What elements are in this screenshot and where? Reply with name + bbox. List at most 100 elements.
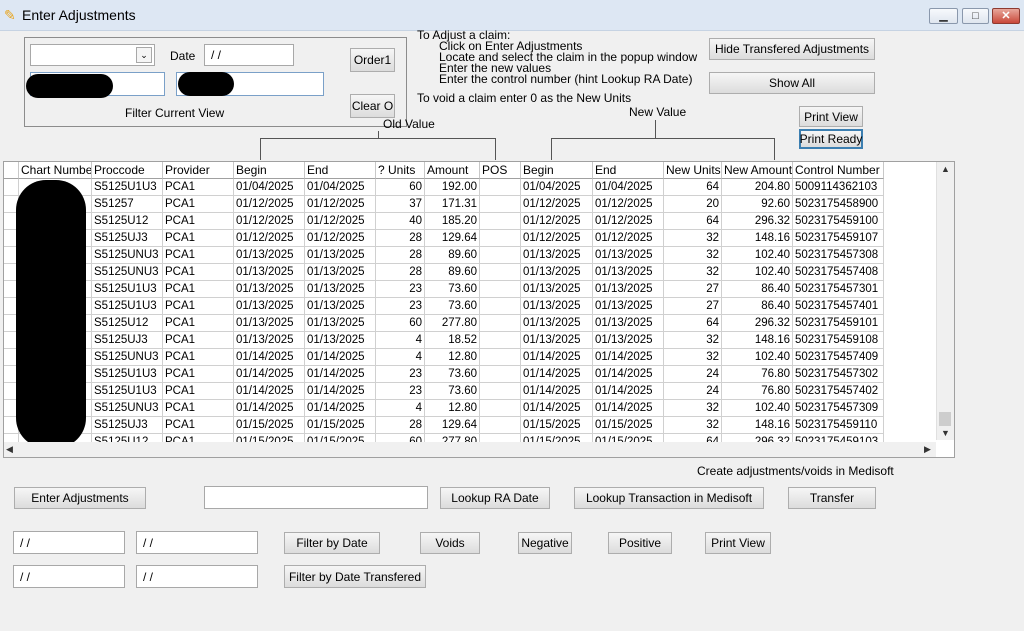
table-cell[interactable]: 01/12/2025 [521, 196, 593, 213]
column-header[interactable]: End [593, 162, 664, 179]
table-cell[interactable]: PCA1 [163, 400, 234, 417]
table-cell[interactable]: 01/13/2025 [521, 247, 593, 264]
table-cell[interactable]: S5125UNU3 [92, 247, 163, 264]
table-cell[interactable]: 89.60 [425, 247, 480, 264]
table-cell[interactable] [480, 383, 521, 400]
table-cell[interactable]: 01/12/2025 [593, 230, 664, 247]
row-selector[interactable] [4, 179, 19, 196]
table-cell[interactable]: 102.40 [722, 247, 793, 264]
table-cell[interactable]: 5023175457408 [793, 264, 884, 281]
table-cell[interactable]: 296.32 [722, 213, 793, 230]
table-cell[interactable] [480, 179, 521, 196]
table-cell[interactable]: S5125U12 [92, 315, 163, 332]
table-cell[interactable]: 12.80 [425, 400, 480, 417]
table-cell[interactable]: 5023175457302 [793, 366, 884, 383]
close-icon[interactable]: ✕ [992, 8, 1020, 24]
table-cell[interactable]: 5023175459108 [793, 332, 884, 349]
order-button[interactable]: Order1 [350, 48, 395, 72]
end-date-input[interactable]: / / [136, 531, 258, 554]
table-cell[interactable]: S5125U1U3 [92, 281, 163, 298]
table-cell[interactable]: PCA1 [163, 332, 234, 349]
table-cell[interactable]: 148.16 [722, 417, 793, 434]
table-cell[interactable]: PCA1 [163, 196, 234, 213]
table-cell[interactable] [480, 298, 521, 315]
column-header[interactable]: Begin [521, 162, 593, 179]
table-cell[interactable]: 4 [376, 400, 425, 417]
table-cell[interactable]: 86.40 [722, 281, 793, 298]
table-cell[interactable]: PCA1 [163, 417, 234, 434]
clear-order-button[interactable]: Clear O [350, 94, 395, 118]
filter-date-input[interactable]: / / [204, 44, 294, 66]
table-cell[interactable]: 23 [376, 383, 425, 400]
transfer-end-date-input[interactable]: / / [136, 565, 258, 588]
table-cell[interactable]: 5023175459110 [793, 417, 884, 434]
table-cell[interactable]: 01/13/2025 [305, 332, 376, 349]
table-cell[interactable]: PCA1 [163, 366, 234, 383]
table-cell[interactable]: PCA1 [163, 349, 234, 366]
transfer-button[interactable]: Transfer [788, 487, 876, 509]
table-cell[interactable]: 102.40 [722, 264, 793, 281]
table-cell[interactable]: 01/12/2025 [593, 196, 664, 213]
lookup-transaction-button[interactable]: Lookup Transaction in Medisoft [574, 487, 764, 509]
table-cell[interactable]: 01/13/2025 [521, 332, 593, 349]
table-cell[interactable]: 01/14/2025 [593, 349, 664, 366]
table-cell[interactable]: 32 [664, 230, 722, 247]
table-cell[interactable]: 129.64 [425, 417, 480, 434]
table-cell[interactable]: 92.60 [722, 196, 793, 213]
table-cell[interactable]: 185.20 [425, 213, 480, 230]
table-cell[interactable]: 28 [376, 264, 425, 281]
lookup-ra-date-button[interactable]: Lookup RA Date [440, 487, 550, 509]
scroll-up-icon[interactable]: ▲ [941, 164, 950, 174]
table-cell[interactable]: 5023175457409 [793, 349, 884, 366]
table-cell[interactable]: S51257 [92, 196, 163, 213]
table-cell[interactable]: S5125U1U3 [92, 366, 163, 383]
table-cell[interactable]: S5125UNU3 [92, 349, 163, 366]
table-cell[interactable]: 5009114362103 [793, 179, 884, 196]
table-cell[interactable]: 76.80 [722, 366, 793, 383]
table-cell[interactable]: 01/15/2025 [593, 417, 664, 434]
table-cell[interactable]: 01/13/2025 [593, 264, 664, 281]
table-cell[interactable]: 4 [376, 332, 425, 349]
column-header[interactable]: POS [480, 162, 521, 179]
table-cell[interactable] [480, 264, 521, 281]
table-cell[interactable]: 148.16 [722, 230, 793, 247]
table-cell[interactable] [480, 230, 521, 247]
filter-dropdown[interactable]: ⌄ [30, 44, 155, 66]
table-cell[interactable]: 24 [664, 383, 722, 400]
table-cell[interactable]: 01/14/2025 [305, 366, 376, 383]
table-cell[interactable]: 01/13/2025 [593, 315, 664, 332]
table-cell[interactable]: 01/12/2025 [593, 213, 664, 230]
table-cell[interactable]: 64 [664, 179, 722, 196]
table-cell[interactable]: 64 [664, 315, 722, 332]
table-cell[interactable]: 01/14/2025 [521, 400, 593, 417]
table-cell[interactable] [480, 315, 521, 332]
table-cell[interactable]: 01/13/2025 [521, 298, 593, 315]
column-header[interactable]: Chart Number [19, 162, 92, 179]
table-cell[interactable]: 28 [376, 417, 425, 434]
maximize-icon[interactable]: □ [962, 8, 989, 24]
table-cell[interactable] [480, 213, 521, 230]
table-cell[interactable]: 01/15/2025 [234, 417, 305, 434]
table-cell[interactable]: 20 [664, 196, 722, 213]
table-cell[interactable]: 73.60 [425, 281, 480, 298]
table-cell[interactable]: 01/12/2025 [521, 230, 593, 247]
table-cell[interactable]: 01/12/2025 [305, 213, 376, 230]
column-header[interactable]: ? Units [376, 162, 425, 179]
table-cell[interactable]: 24 [664, 366, 722, 383]
table-cell[interactable]: 73.60 [425, 298, 480, 315]
table-cell[interactable] [480, 417, 521, 434]
control-number-input[interactable] [204, 486, 428, 509]
table-cell[interactable]: 32 [664, 400, 722, 417]
table-cell[interactable]: 01/13/2025 [521, 315, 593, 332]
table-cell[interactable]: 5023175457309 [793, 400, 884, 417]
table-cell[interactable]: 01/13/2025 [305, 264, 376, 281]
table-cell[interactable]: 192.00 [425, 179, 480, 196]
table-cell[interactable]: 32 [664, 332, 722, 349]
table-cell[interactable]: 73.60 [425, 366, 480, 383]
table-cell[interactable]: 01/13/2025 [521, 281, 593, 298]
table-cell[interactable]: 73.60 [425, 383, 480, 400]
table-cell[interactable]: 23 [376, 366, 425, 383]
print-ready-button[interactable]: Print Ready [799, 129, 863, 149]
table-cell[interactable]: 27 [664, 281, 722, 298]
column-header[interactable]: Amount [425, 162, 480, 179]
